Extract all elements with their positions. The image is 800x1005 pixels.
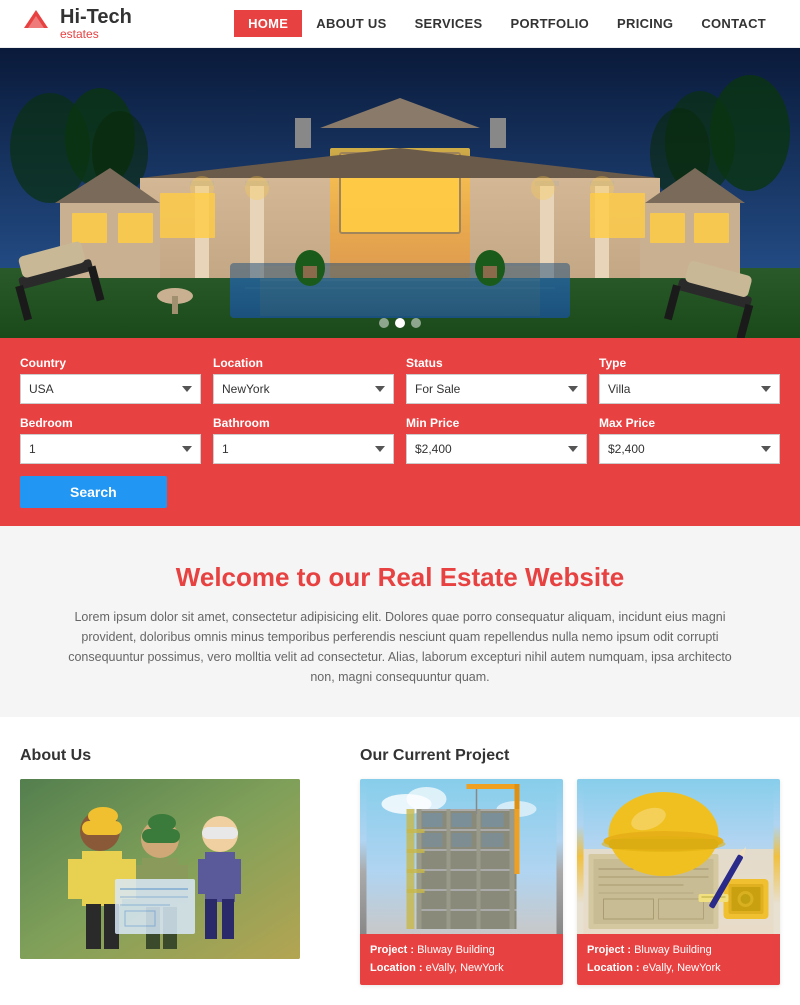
bedroom-label: Bedroom [20,416,201,430]
project-label-2: Project : [587,944,631,956]
project-label-1: Project : [370,944,414,956]
type-field: Type Villa [599,356,780,404]
welcome-section: Welcome to our Real Estate Website Lorem… [0,526,800,717]
about-title: About Us [20,747,340,765]
max-price-select[interactable]: $2,400 [599,434,780,464]
location-field: Location NewYork [213,356,394,404]
bathroom-field: Bathroom 1 [213,416,394,464]
logo: Hi-Tech estates [20,6,132,41]
logo-title: Hi-Tech [60,6,132,28]
hero-banner [0,48,800,338]
project-img-1 [360,779,563,934]
nav-item-portfolio[interactable]: PORTFOLIO [497,10,604,37]
location-select[interactable]: NewYork [213,374,394,404]
type-label: Type [599,356,780,370]
min-price-label: Min Price [406,416,587,430]
project-column: Our Current Project [360,747,780,985]
hero-dots [379,318,421,328]
bathroom-select[interactable]: 1 [213,434,394,464]
hero-svg [0,48,800,338]
bedroom-field: Bedroom 1 [20,416,201,464]
bathroom-label: Bathroom [213,416,394,430]
project-title: Our Current Project [360,747,780,765]
header: Hi-Tech estates HOME ABOUT US SERVICES P… [0,0,800,48]
logo-icon [20,8,52,40]
country-select[interactable]: USA [20,374,201,404]
logo-text: Hi-Tech estates [60,6,132,41]
project-detail-1: Project : Bluway Building Location : eVa… [370,942,553,977]
nav-item-services[interactable]: SERVICES [401,10,497,37]
logo-subtitle: estates [60,28,132,41]
min-price-select[interactable]: $2,400 [406,434,587,464]
type-select[interactable]: Villa [599,374,780,404]
project-value-1: Bluway Building [417,944,495,956]
hero-scene [0,48,800,338]
status-field: Status For Sale [406,356,587,404]
search-row-1: Country USA Location NewYork Status For … [20,356,780,404]
project-detail-2: Project : Bluway Building Location : eVa… [587,942,770,977]
hero-dot-2[interactable] [395,318,405,328]
max-price-field: Max Price $2,400 [599,416,780,464]
bedroom-select[interactable]: 1 [20,434,201,464]
helmet-svg [577,779,780,934]
search-button[interactable]: Search [20,476,167,508]
max-price-label: Max Price [599,416,780,430]
building-svg [360,779,563,934]
location-label-2: Location : [587,962,640,974]
welcome-title: Welcome to our Real Estate Website [60,562,740,593]
nav-item-pricing[interactable]: PRICING [603,10,687,37]
project-card-1: Project : Bluway Building Location : eVa… [360,779,563,985]
lower-section: About Us [0,717,800,1005]
about-column: About Us [20,747,340,985]
search-button-row: Search [20,476,780,508]
country-field: Country USA [20,356,201,404]
nav-item-home[interactable]: HOME [234,10,302,37]
search-row-2: Bedroom 1 Bathroom 1 Min Price $2,400 Ma… [20,416,780,464]
project-card-2: Project : Bluway Building Location : eVa… [577,779,780,985]
project-info-2: Project : Bluway Building Location : eVa… [577,934,780,985]
min-price-field: Min Price $2,400 [406,416,587,464]
location-value-2: eVally, NewYork [643,962,721,974]
location-value-1: eVally, NewYork [426,962,504,974]
country-label: Country [20,356,201,370]
status-label: Status [406,356,587,370]
status-select[interactable]: For Sale [406,374,587,404]
project-img-2 [577,779,780,934]
main-nav: HOME ABOUT US SERVICES PORTFOLIO PRICING… [234,10,780,37]
project-info-1: Project : Bluway Building Location : eVa… [360,934,563,985]
about-svg [20,779,300,959]
location-label: Location [213,356,394,370]
project-cards: Project : Bluway Building Location : eVa… [360,779,780,985]
nav-item-about[interactable]: ABOUT US [302,10,400,37]
hero-dot-1[interactable] [379,318,389,328]
welcome-body: Lorem ipsum dolor sit amet, consectetur … [60,607,740,687]
about-image [20,779,300,959]
location-label-1: Location : [370,962,423,974]
search-section: Country USA Location NewYork Status For … [0,338,800,526]
nav-item-contact[interactable]: CONTACT [687,10,780,37]
hero-dot-3[interactable] [411,318,421,328]
project-value-2: Bluway Building [634,944,712,956]
